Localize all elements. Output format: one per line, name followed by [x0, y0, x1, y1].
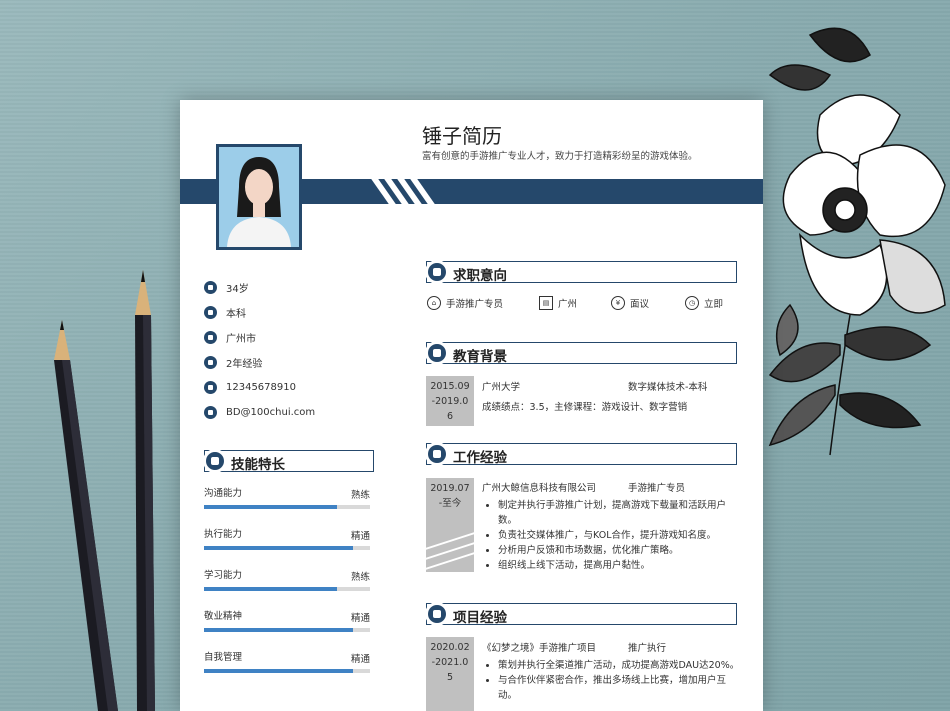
- phone-icon: [204, 381, 217, 394]
- work-bullet: 分析用户反馈和市场数据，优化推广策略。: [498, 543, 740, 558]
- work-role: 手游推广专员: [628, 483, 686, 494]
- info-education: 本科: [204, 300, 315, 325]
- skill-item: 敬业精神 精通: [204, 608, 372, 649]
- work-bullet: 制定并执行手游推广计划，提高游戏下载量和活跃用户数。: [498, 498, 740, 528]
- major: 数字媒体技术-本科: [628, 382, 708, 393]
- education-icon: [204, 306, 217, 319]
- location-icon: [204, 331, 217, 344]
- education-heading: 教育背景: [425, 341, 737, 365]
- age-icon: [204, 281, 217, 294]
- intent-availability: ◷ 立即: [685, 296, 723, 310]
- intent-heading: 求职意向: [425, 260, 737, 284]
- resume-title: 锤子简历: [422, 124, 502, 148]
- email-icon: [204, 406, 217, 419]
- skills-heading: 技能特长: [203, 449, 374, 473]
- project-heading: 项目经验: [425, 602, 737, 626]
- flower-illustration: [768, 27, 946, 456]
- document-icon: [425, 260, 449, 284]
- education-detail: 成绩绩点：3.5，主修课程：游戏设计、数字营销: [482, 402, 688, 413]
- skill-bar: [204, 628, 354, 632]
- work-bullet: 组织线上线下活动，提高用户黏性。: [498, 558, 740, 573]
- skill-bar: [204, 546, 354, 550]
- work-date: 2019.07 -至今: [426, 478, 474, 572]
- experience-icon: [204, 356, 217, 369]
- work-entry: 广州大鲸信息科技有限公司 手游推广专员 制定并执行手游推广计划，提高游戏下载量和活…: [482, 481, 740, 573]
- skill-item: 执行能力 精通: [204, 526, 372, 567]
- job-intent: ⌂ 手游推广专员 ▤ 广州 ¥ 面议 ◷ 立即: [427, 296, 737, 310]
- skill-item: 自我管理 精通: [204, 649, 372, 690]
- yen-icon: ¥: [611, 296, 625, 310]
- project-bullet: 与合作伙伴紧密合作，推出多场线上比赛，增加用户互动。: [498, 673, 740, 703]
- info-location: 广州市: [204, 325, 315, 350]
- tie-icon: ⌂: [427, 296, 441, 310]
- work-heading: 工作经验: [425, 442, 737, 466]
- project-date: 2020.02 -2021.0 5: [426, 637, 474, 711]
- skill-item: 沟通能力 熟练: [204, 485, 372, 526]
- project-role: 推广执行: [628, 643, 667, 654]
- tools-icon: [203, 449, 227, 473]
- info-age: 34岁: [204, 275, 315, 300]
- pencil-right: [135, 270, 155, 711]
- intent-position: ⌂ 手游推广专员: [427, 296, 539, 310]
- skill-bar: [204, 505, 337, 509]
- work-bullet: 负责社交媒体推广，与KOL合作，提升游戏知名度。: [498, 528, 740, 543]
- intent-city: ▤ 广州: [539, 296, 611, 310]
- info-experience: 2年经验: [204, 350, 315, 375]
- profile-photo: [216, 144, 302, 250]
- clock-icon: ◷: [685, 296, 699, 310]
- skill-bar: [204, 669, 354, 673]
- info-email: BD@100chui.com: [204, 400, 315, 425]
- building-icon: ▤: [539, 296, 553, 310]
- tagline: 富有创意的手游推广专业人才，致力于打造精彩纷呈的游戏体验。: [422, 151, 698, 162]
- school: 广州大学: [482, 382, 521, 393]
- resume-page: 锤子简历 富有创意的手游推广专业人才，致力于打造精彩纷呈的游戏体验。 34岁 本…: [180, 100, 763, 711]
- project-bullet: 策划并执行全渠道推广活动，成功提高游戏DAU达20%。: [498, 658, 740, 673]
- education-entry: 广州大学 数字媒体技术-本科 成绩绩点：3.5，主修课程：游戏设计、数字营销: [482, 380, 737, 415]
- skill-item: 学习能力 熟练: [204, 567, 372, 608]
- skill-bar: [204, 587, 337, 591]
- project-entry: 《幻梦之境》手游推广项目 推广执行 策划并执行全渠道推广活动，成功提高游戏DAU达…: [482, 641, 740, 703]
- intent-salary: ¥ 面议: [611, 296, 685, 310]
- skills-list: 沟通能力 熟练 执行能力 精通 学习能力 熟练 敬业精神 精通 自我管理 精通: [204, 485, 372, 690]
- project-name: 《幻梦之境》手游推广项目: [482, 643, 597, 654]
- graduation-cap-icon: [425, 341, 449, 365]
- info-phone: 12345678910: [204, 375, 315, 400]
- layers-icon: [425, 602, 449, 626]
- pencil-left: [54, 320, 118, 711]
- education-date: 2015.09 -2019.0 6: [426, 376, 474, 426]
- personal-info: 34岁 本科 广州市 2年经验 12345678910 BD@100chui.c…: [204, 275, 315, 425]
- briefcase-icon: [425, 442, 449, 466]
- company: 广州大鲸信息科技有限公司: [482, 483, 597, 494]
